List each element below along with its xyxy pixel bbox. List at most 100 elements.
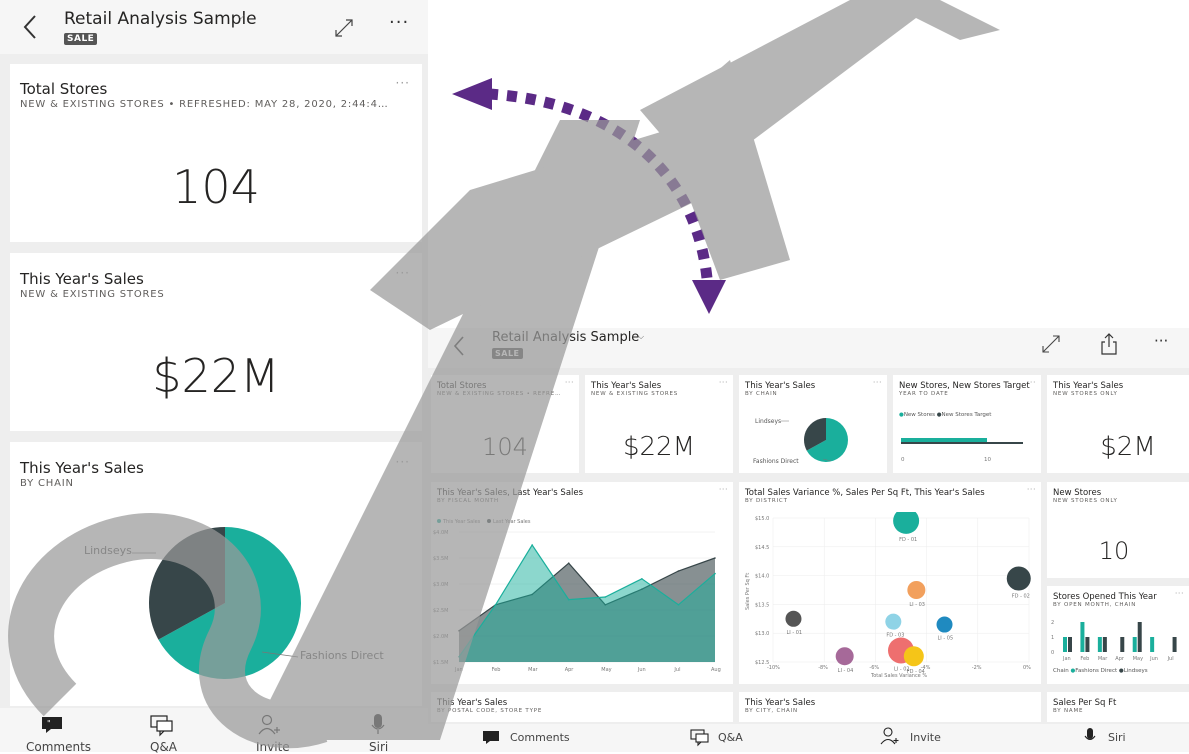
share-icon[interactable]: [1100, 332, 1118, 356]
tile-more-icon[interactable]: ···: [396, 267, 410, 279]
tile-subtitle: NEW & EXISTING STORES: [20, 289, 165, 300]
x-tick-label: -2%: [972, 665, 982, 671]
tile-title: New Stores: [1053, 488, 1102, 498]
more-options-icon[interactable]: ···: [389, 12, 409, 33]
qa-icon: [690, 729, 709, 747]
sale-badge: SALE: [492, 348, 523, 359]
tile-subtitle: YEAR TO DATE: [899, 391, 949, 397]
tile-more-icon[interactable]: ···: [396, 77, 410, 89]
more-options-icon[interactable]: ···: [1154, 332, 1168, 350]
tile-scatter-chart[interactable]: Total Sales Variance %, Sales Per Sq Ft,…: [739, 482, 1041, 684]
tile-more-icon[interactable]: ···: [396, 456, 410, 468]
x-tick-label: -10%: [767, 665, 780, 671]
tile-title: This Year's Sales: [1053, 381, 1124, 391]
nav-invite[interactable]: Invite: [250, 710, 294, 754]
tile-sales-area-chart[interactable]: This Year's Sales, Last Year's Sales BY …: [431, 482, 733, 684]
tile-subtitle: BY DISTRICT: [745, 498, 788, 504]
tile-new-stores-target[interactable]: New Stores, New Stores Target YEAR TO DA…: [893, 375, 1041, 473]
microphone-icon: [1084, 728, 1096, 741]
svg-text:": ": [47, 719, 51, 728]
tile-sales-by-chain[interactable]: This Year's Sales BY CHAIN ··· Lindseys …: [10, 442, 422, 706]
area-chart: $1.5M $2.0M $2.5M $3.0M $3.5M $4.0M Jan Feb Mar A…: [433, 519, 721, 673]
nav-comments[interactable]: " Comments: [22, 710, 91, 754]
y-tick-label: $3.0M: [433, 582, 448, 588]
tablet-header: Retail Analysis Sample ⌵ SALE ···: [428, 328, 1189, 368]
tile-more-icon[interactable]: ···: [565, 378, 574, 387]
nav-siri[interactable]: Siri: [1084, 726, 1134, 748]
nav-label: Invite: [910, 731, 941, 744]
bubble-fd-04: [903, 646, 924, 667]
y-tick-label: 0: [1051, 650, 1054, 656]
tile-more-icon[interactable]: ···: [1027, 378, 1036, 387]
tile-subtitle: BY OPEN MONTH, CHAIN: [1053, 602, 1137, 608]
tile-subtitle: BY CITY, CHAIN: [745, 708, 798, 714]
x-tick-label: Jun: [637, 667, 646, 673]
expand-icon[interactable]: [1040, 333, 1062, 355]
phone-bottom-nav: " Comments Q&A Invite Siri: [0, 708, 428, 754]
tile-subtitle: NEW STORES ONLY: [1053, 498, 1118, 504]
tile-title: Sales Per Sq Ft: [1053, 698, 1117, 708]
tile-more-icon[interactable]: ···: [719, 485, 728, 494]
nav-qa[interactable]: Q&A: [690, 728, 750, 748]
chevron-down-icon[interactable]: ⌵: [237, 11, 245, 22]
bar: [1080, 622, 1085, 652]
bubble-label: FD - 04: [907, 669, 925, 675]
pie-label-lindseys: Lindseys: [755, 418, 782, 425]
y-axis-label: Sales Per Sq Ft: [745, 573, 751, 610]
chevron-left-icon[interactable]: [452, 335, 466, 357]
comment-icon: ": [42, 717, 62, 733]
x-tick-label: Mar: [1098, 656, 1108, 662]
tile-sales-total[interactable]: This Year's Sales NEW & EXISTING STORES …: [585, 375, 733, 473]
tile-sales-sqft[interactable]: Sales Per Sq Ft BY NAME: [1047, 692, 1189, 722]
tile-subtitle: NEW & EXISTING STORES: [591, 391, 679, 397]
nav-qa[interactable]: Q&A: [140, 710, 184, 754]
kpi-value: 104: [172, 160, 260, 214]
y-tick-label: $2.0M: [433, 634, 448, 640]
sale-badge: SALE: [64, 33, 98, 45]
chart-legend: ●New Stores ●New Stores Target: [899, 412, 992, 418]
x-tick-label: Apr: [1115, 656, 1125, 662]
nav-siri[interactable]: Siri: [360, 710, 400, 754]
y-tick-label: 1: [1051, 635, 1054, 641]
tile-sales-city[interactable]: This Year's Sales BY CITY, CHAIN: [739, 692, 1041, 722]
x-tick-label: Feb: [492, 667, 501, 673]
tile-this-years-sales[interactable]: This Year's Sales NEW & EXISTING STORES …: [10, 253, 422, 431]
tile-more-icon[interactable]: ···: [1175, 589, 1184, 598]
chevron-down-icon[interactable]: ⌵: [638, 332, 644, 342]
bar: [1097, 637, 1102, 652]
bubble-li-01: [785, 610, 802, 627]
nav-comments[interactable]: Comments: [482, 728, 572, 748]
phone-dashboard: Retail Analysis Sample ⌵ SALE ··· Total …: [0, 0, 428, 754]
data-point: [567, 562, 570, 564]
bubble-label: FD - 01: [899, 537, 917, 543]
bar: [1172, 637, 1177, 652]
tile-sales-postal[interactable]: This Year's Sales BY POSTAL CODE, STORE …: [431, 692, 733, 722]
tile-total-stores[interactable]: Total Stores NEW & EXISTING STORES • REF…: [431, 375, 579, 473]
tile-more-icon[interactable]: ···: [1027, 485, 1036, 494]
x-tick-label: Feb: [1080, 656, 1089, 662]
nav-invite[interactable]: Invite: [880, 726, 950, 748]
page-title[interactable]: Retail Analysis Sample: [492, 330, 639, 345]
bar: [1150, 637, 1155, 652]
tile-sales-by-chain[interactable]: This Year's Sales BY CHAIN ··· Lindseys …: [739, 375, 887, 473]
kpi-value: 10: [1098, 537, 1130, 565]
page-title[interactable]: Retail Analysis Sample: [64, 9, 257, 29]
microphone-icon: [371, 714, 385, 734]
expand-icon[interactable]: [333, 17, 355, 39]
tile-more-icon[interactable]: ···: [719, 378, 728, 387]
legend-label: This Year Sales: [442, 519, 481, 525]
tile-sales-new-stores[interactable]: This Year's Sales NEW STORES ONLY $2M: [1047, 375, 1189, 473]
bubble-fd-01: [893, 512, 920, 534]
bar-chart: 0 1 2 Jan Feb Mar Apr May Jun Jul: [1051, 620, 1177, 662]
chevron-left-icon[interactable]: [22, 14, 38, 40]
tile-subtitle: BY POSTAL CODE, STORE TYPE: [437, 708, 543, 714]
tile-new-stores[interactable]: New Stores NEW STORES ONLY 10: [1047, 482, 1189, 578]
y-tick-label: $4.0M: [433, 530, 448, 536]
legend-title: Chain: [1053, 668, 1069, 674]
bubble-fd-02: [1006, 566, 1031, 591]
x-tick-label: Jul: [1167, 656, 1174, 662]
tile-more-icon[interactable]: ···: [873, 378, 882, 387]
data-point: [531, 544, 533, 546]
tile-stores-opened[interactable]: Stores Opened This Year BY OPEN MONTH, C…: [1047, 586, 1189, 684]
tile-total-stores[interactable]: Total Stores NEW & EXISTING STORES • REF…: [10, 64, 422, 242]
